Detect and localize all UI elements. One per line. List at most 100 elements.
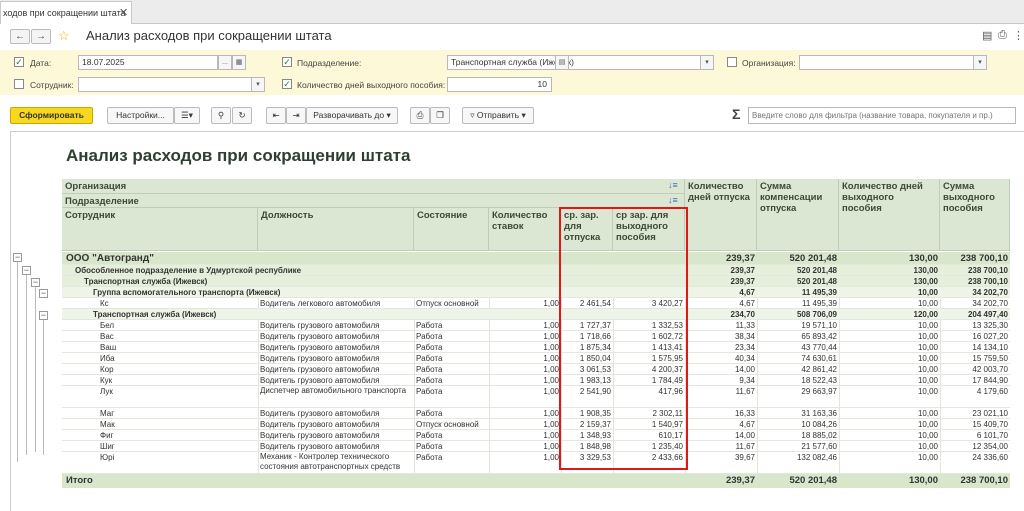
column-divider (489, 375, 490, 385)
cell-sev-days: 10,00 (917, 387, 938, 396)
employee-checkbox[interactable] (14, 79, 24, 89)
dropdown-icon[interactable]: ... (218, 55, 232, 70)
cell-status: Работа (416, 409, 443, 418)
column-divider (489, 430, 490, 440)
group-row[interactable]: Транспортная служба (Ижевск) 234,70 508 70… (62, 309, 1010, 320)
cell-vac-days: 39,67 (734, 453, 755, 462)
collapse-toggle-icon[interactable]: − (13, 253, 22, 262)
sum-icon[interactable]: Σ (732, 106, 740, 122)
save-icon[interactable]: ▤ (982, 29, 992, 42)
group-row[interactable]: Группа вспомогательного транспорта (Ижев… (62, 287, 1010, 298)
group-row[interactable]: ООО "Автогранд" 239,37 520 201,48 130,00 238… (62, 252, 1010, 265)
org-checkbox[interactable] (727, 57, 737, 67)
column-divider (489, 419, 490, 429)
collapse-icon[interactable]: ⇤ (266, 107, 286, 124)
search-icon[interactable]: ⚲ (211, 107, 231, 124)
table-row[interactable]: Маг Водитель грузового автомобиля Работа 1,… (62, 408, 1010, 419)
filter-input[interactable] (748, 107, 1016, 124)
send-button[interactable]: ▿ Отправить ▾ (462, 107, 534, 124)
cell-vac-days: 11,33 (735, 321, 755, 330)
favorite-star-icon[interactable]: ☆ (58, 28, 70, 44)
expand-to-button[interactable]: Разворачивать до ▾ (306, 107, 398, 124)
back-button[interactable]: ← (10, 29, 30, 44)
employee-field[interactable] (78, 77, 252, 92)
cell-sev-days: 10,00 (917, 288, 938, 297)
cell-pos: Водитель грузового автомобиля (260, 354, 380, 363)
print-button-icon[interactable]: ⎙ (410, 107, 430, 124)
chevron-down-icon[interactable]: ▾ (700, 55, 714, 70)
collapse-toggle-icon[interactable]: − (31, 278, 40, 287)
division-field[interactable]: Транспортная служба (Ижевск) (447, 55, 702, 70)
cell-sev-sum: 4 179,60 (976, 387, 1008, 396)
search-reset-icon[interactable]: ↻ (232, 107, 252, 124)
collapse-toggle-icon[interactable]: − (39, 289, 48, 298)
table-row[interactable]: Лук Диспетчер автомобильного транспорта Ра… (62, 386, 1010, 408)
date-field[interactable]: 18.07.2025 (78, 55, 218, 70)
close-icon[interactable]: ✕ (119, 6, 128, 19)
division-checkbox[interactable]: ✓ (282, 57, 292, 67)
choose-icon[interactable]: ▤ (555, 55, 569, 70)
date-checkbox[interactable]: ✓ (14, 57, 24, 67)
cell-status: Работа (416, 442, 443, 451)
cell-emp: Кс (100, 299, 109, 308)
column-divider (414, 408, 415, 418)
group-row[interactable]: Транспортная служба (Ижевск) 239,37 520 20… (62, 276, 1010, 287)
cell-rate: 1,00 (543, 431, 559, 440)
cell-sev-days: 10,00 (917, 354, 938, 363)
table-row[interactable]: Иба Водитель грузового автомобиля Работа 1,… (62, 353, 1010, 364)
table-row[interactable]: Ваш Водитель грузового автомобиля Работа 1,… (62, 342, 1010, 353)
cell-emp: Иба (100, 354, 115, 363)
header-position: Должность (258, 208, 414, 251)
cell-sev-sum: 34 202,70 (972, 288, 1008, 297)
cell-pos: Водитель легкового автомобиля (260, 299, 381, 308)
header-vacation-comp: Сумма компенсации отпуска (757, 179, 839, 251)
header-vacation-days: Количество дней отпуска (685, 179, 757, 251)
calendar-icon[interactable]: ▦ (232, 55, 246, 70)
table-row[interactable]: Бел Водитель грузового автомобиля Работа 1,… (62, 320, 1010, 331)
tab-report[interactable]: ходов при сокращении штата ✕ (0, 1, 132, 24)
settings-button[interactable]: Настройки... (107, 107, 174, 124)
table-row[interactable]: Кук Водитель грузового автомобиля Работа 1,… (62, 375, 1010, 386)
cell-vac-comp: 10 084,26 (801, 420, 837, 429)
table-row[interactable]: Шиг Водитель грузового автомобиля Работа 1,… (62, 441, 1010, 452)
expand-icon[interactable]: ⇥ (286, 107, 306, 124)
generate-button[interactable]: Сформировать (10, 107, 93, 124)
cell-pos: Водитель грузового автомобиля (260, 420, 380, 429)
table-row[interactable]: Фиг Водитель грузового автомобиля Работа 1,… (62, 430, 1010, 441)
employee-label: Сотрудник: (30, 80, 74, 90)
cell-rate: 1,00 (543, 453, 559, 462)
chevron-down-icon[interactable]: ▾ (251, 77, 265, 92)
forward-button[interactable]: → (31, 29, 51, 44)
table-row[interactable]: Юрі Механик - Контролер технического сост… (62, 452, 1010, 474)
collapse-toggle-icon[interactable]: − (39, 311, 48, 320)
group-row[interactable]: Обособленное подразделение в Удмуртской … (62, 265, 1010, 276)
table-row[interactable]: Кс Водитель легкового автомобиля Отпуск ос… (62, 298, 1010, 309)
severance-days-checkbox[interactable]: ✓ (282, 79, 292, 89)
cell-pos: Водитель грузового автомобиля (260, 321, 380, 330)
cell-sev-days: 10,00 (917, 299, 938, 308)
chevron-down-icon[interactable]: ▾ (973, 55, 987, 70)
cell-emp: Маг (100, 409, 115, 418)
sort-icon[interactable]: ↓≡ (668, 180, 678, 190)
column-divider (414, 364, 415, 374)
cell-sev-days: 130,00 (913, 266, 938, 275)
more-icon[interactable]: ⋮ (1013, 29, 1024, 42)
cell-sev-sum: 13 325,30 (972, 321, 1008, 330)
cell-vac-comp: 74 630,61 (801, 354, 837, 363)
column-divider (940, 441, 941, 451)
cell-status: Отпуск основной (416, 420, 479, 429)
collapse-toggle-icon[interactable]: − (22, 266, 31, 275)
sort-icon[interactable]: ↓≡ (668, 195, 678, 205)
table-row[interactable]: Мак Водитель грузового автомобиля Отпуск о… (62, 419, 1010, 430)
org-field[interactable] (799, 55, 974, 70)
copy-icon[interactable]: ❐ (430, 107, 450, 124)
column-divider (489, 408, 490, 418)
tab-label: ходов при сокращении штата (3, 8, 126, 18)
table-row[interactable]: Кор Водитель грузового автомобиля Работа 1,… (62, 364, 1010, 375)
severance-days-field[interactable]: 10 (447, 77, 552, 92)
variant-icon[interactable]: ☰▾ (174, 107, 200, 124)
print-icon[interactable]: ⎙ (998, 29, 1007, 42)
column-divider (414, 419, 415, 429)
table-row[interactable]: Вас Водитель грузового автомобиля Работа 1,… (62, 331, 1010, 342)
cell-vac-days: 23,34 (734, 343, 755, 352)
